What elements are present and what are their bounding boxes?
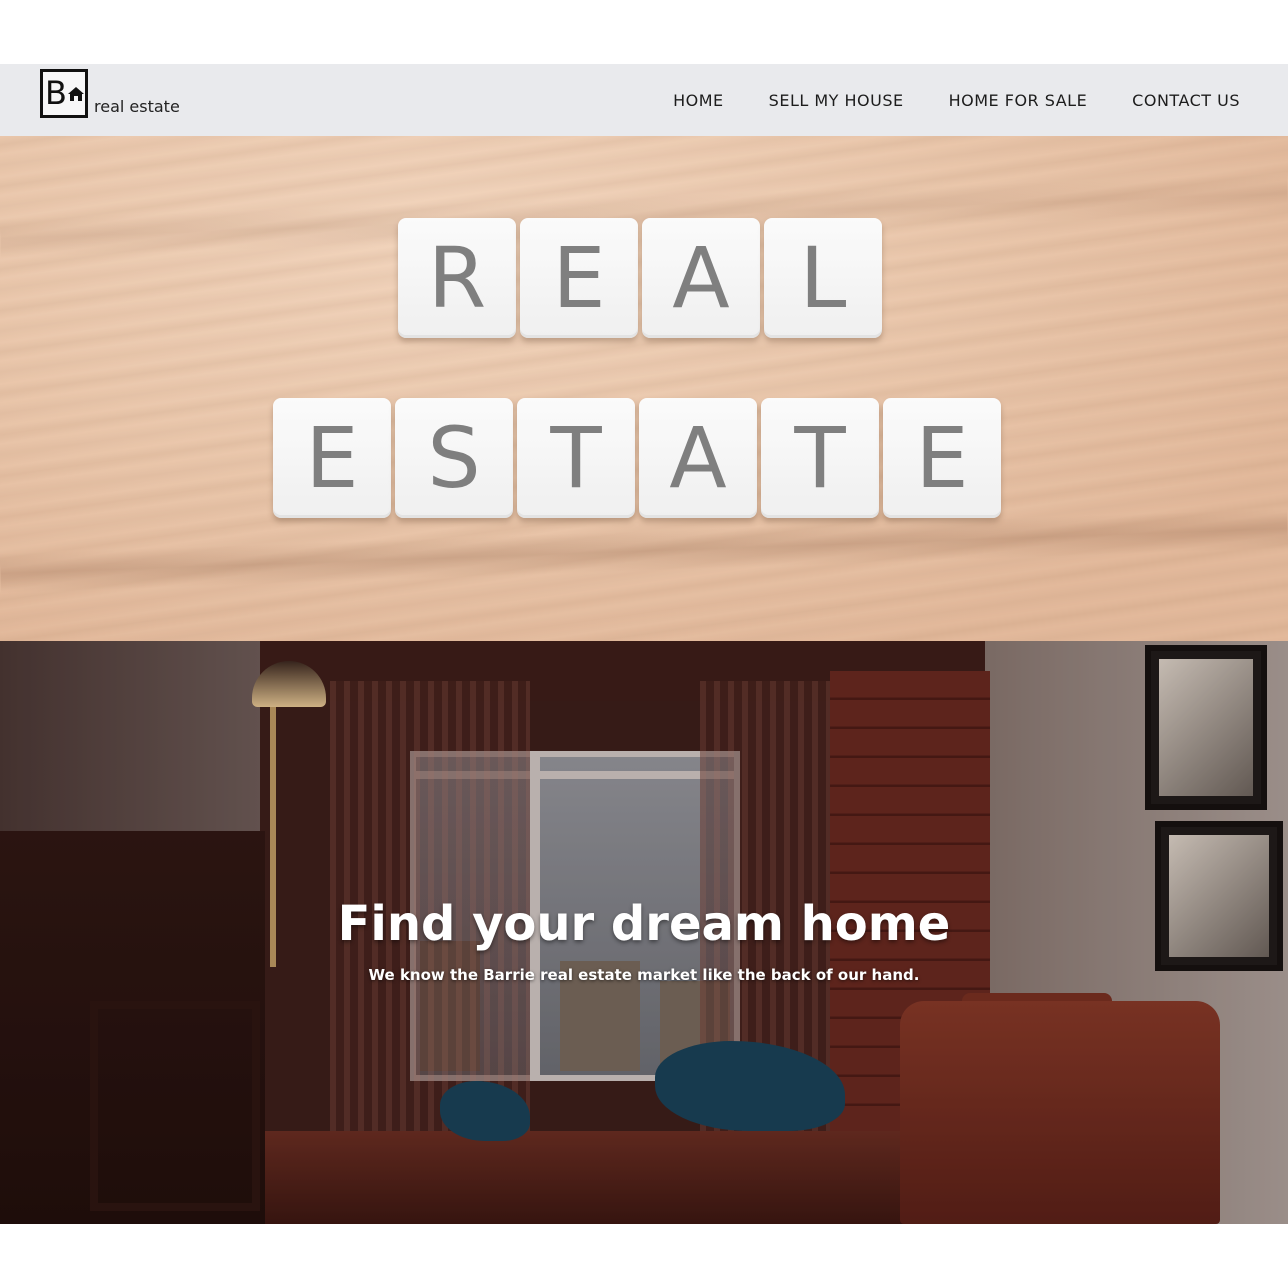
hero-banner-room: Find your dream home We know the Barrie … bbox=[0, 641, 1288, 1224]
nav-home-for-sale[interactable]: HOME FOR SALE bbox=[949, 91, 1088, 110]
letter-tile: L bbox=[764, 218, 882, 338]
logo-text: real estate bbox=[94, 97, 180, 116]
hero-title: Find your dream home bbox=[337, 896, 951, 952]
wood-grain bbox=[0, 508, 1288, 594]
navbar: B real estate HOME SELL MY HOUSE HOME FO… bbox=[0, 64, 1288, 136]
letter-tile: E bbox=[273, 398, 391, 518]
nav-contact-us[interactable]: CONTACT US bbox=[1132, 91, 1240, 110]
letter-tile: A bbox=[642, 218, 760, 338]
letter-tile: A bbox=[639, 398, 757, 518]
logo-mark: B bbox=[40, 69, 88, 118]
brand-logo[interactable]: B real estate bbox=[40, 69, 180, 118]
letter-tile: E bbox=[520, 218, 638, 338]
hero-subtitle: We know the Barrie real estate market li… bbox=[368, 966, 920, 984]
logo-letter: B bbox=[45, 74, 67, 112]
letter-tile: S bbox=[395, 398, 513, 518]
letter-tile: T bbox=[761, 398, 879, 518]
nav-home[interactable]: HOME bbox=[673, 91, 724, 110]
letter-tile: R bbox=[398, 218, 516, 338]
tile-row-estate: E S T A T E bbox=[273, 398, 1001, 518]
letter-tile: E bbox=[883, 398, 1001, 518]
house-icon bbox=[68, 87, 84, 101]
nav-sell-my-house[interactable]: SELL MY HOUSE bbox=[769, 91, 904, 110]
letter-tile: T bbox=[517, 398, 635, 518]
main-menu: HOME SELL MY HOUSE HOME FOR SALE CONTACT… bbox=[673, 64, 1240, 136]
tile-row-real: R E A L bbox=[398, 218, 882, 338]
hero-banner-tiles: R E A L E S T A T E bbox=[0, 136, 1288, 641]
page-frame: B real estate HOME SELL MY HOUSE HOME FO… bbox=[0, 64, 1288, 1224]
